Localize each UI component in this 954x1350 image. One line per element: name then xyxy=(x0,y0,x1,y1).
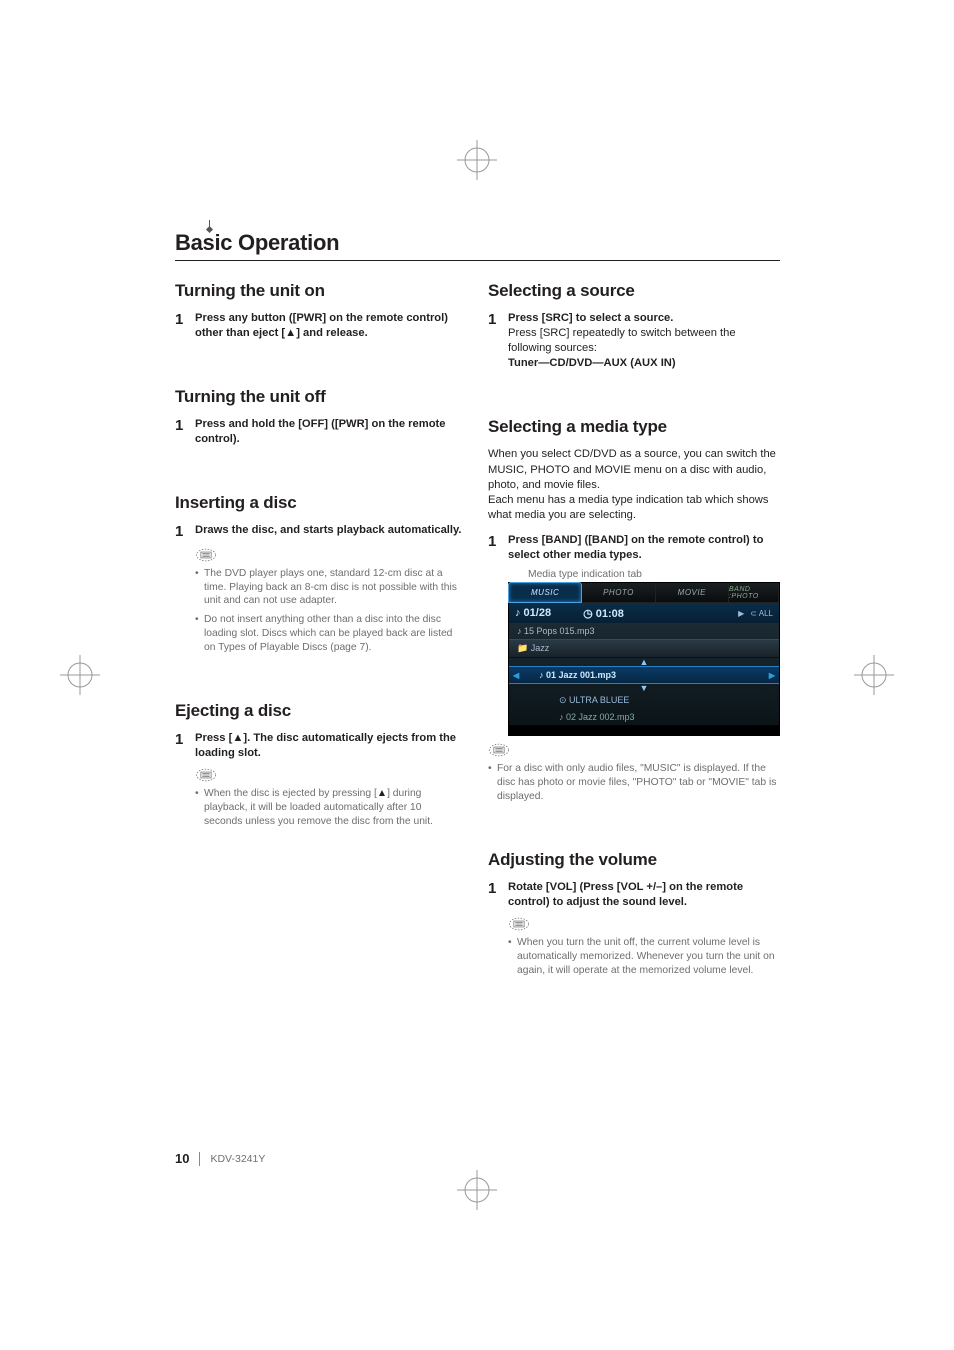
section-inserting-disc: Inserting a disc 1 Draws the disc, and s… xyxy=(175,493,462,655)
note-item: The DVD player plays one, standard 12-cm… xyxy=(195,567,462,609)
section-title: Turning the unit off xyxy=(175,387,462,407)
list-item-next: ♪ 02 Jazz 002.mp3 xyxy=(509,709,779,725)
note-item: When you turn the unit off, the current … xyxy=(508,936,780,978)
page-number: 10 xyxy=(175,1151,189,1166)
registration-mark-right xyxy=(854,655,894,695)
list-header: ♪ 15 Pops 015.mp3 xyxy=(509,623,779,639)
step-number: 1 xyxy=(175,311,187,341)
section-title: Adjusting the volume xyxy=(488,850,780,870)
elapsed-time: ◷ 01:08 xyxy=(583,607,624,620)
note-icon xyxy=(488,742,780,758)
step-number: 1 xyxy=(175,731,187,761)
note-item: When the disc is ejected by pressing [▲]… xyxy=(195,787,462,829)
screenshot-caption: Media type indication tab xyxy=(528,569,780,580)
scroll-down-icon: ▼ xyxy=(509,684,779,692)
tab-photo: PHOTO xyxy=(582,583,655,602)
media-screenshot: MUSIC PHOTO MOVIE BAND :PHOTO ♪ 01/28 ◷ … xyxy=(508,582,780,736)
step-text: Press and hold the [OFF] ([PWR] on the r… xyxy=(195,418,445,445)
model-label: KDV-3241Y xyxy=(210,1153,265,1165)
chapter-rule xyxy=(175,260,780,261)
step-text: Press [BAND] ([BAND] on the remote contr… xyxy=(508,534,763,561)
note-icon xyxy=(195,547,462,563)
note-item: For a disc with only audio files, "MUSIC… xyxy=(488,762,780,804)
section-title: Selecting a media type xyxy=(488,417,780,437)
registration-mark-top xyxy=(457,140,497,180)
section-adjusting-volume: Adjusting the volume 1 Rotate [VOL] (Pre… xyxy=(488,850,780,978)
pointer-line xyxy=(209,220,210,230)
chapter-title: Basic Operation xyxy=(175,230,780,256)
tab-music: MUSIC xyxy=(508,582,582,603)
section-ejecting-disc: Ejecting a disc 1 Press [▲]. The disc au… xyxy=(175,701,462,829)
list-folder: 📁 Jazz xyxy=(509,639,779,658)
section-title: Turning the unit on xyxy=(175,281,462,301)
note-item: Do not insert anything other than a disc… xyxy=(195,613,462,655)
step-text-plain: Press [SRC] repeatedly to switch between… xyxy=(508,326,780,356)
section-title: Ejecting a disc xyxy=(175,701,462,721)
footer-separator xyxy=(199,1152,200,1166)
eject-icon: ▲ xyxy=(285,327,296,339)
step-number: 1 xyxy=(175,417,187,447)
registration-mark-left xyxy=(60,655,100,695)
note-icon xyxy=(508,916,780,932)
section-intro: When you select CD/DVD as a source, you … xyxy=(488,447,780,523)
note-icon xyxy=(195,767,462,783)
list-album: ⊙ ULTRA BLUEE xyxy=(509,692,779,709)
repeat-mode: ⊂ ALL xyxy=(750,609,773,618)
section-title: Selecting a source xyxy=(488,281,780,301)
section-title: Inserting a disc xyxy=(175,493,462,513)
step-text: Press [▲]. The disc automatically ejects… xyxy=(195,732,456,759)
play-icon: ▶ xyxy=(738,609,744,618)
step-number: 1 xyxy=(488,311,500,371)
page-footer: 10 KDV-3241Y xyxy=(175,1151,265,1166)
registration-mark-bottom xyxy=(457,1170,497,1210)
step-number: 1 xyxy=(175,523,187,540)
section-selecting-source: Selecting a source 1 Press [SRC] to sele… xyxy=(488,281,780,371)
step-text: Rotate [VOL] (Press [VOL +/–] on the rem… xyxy=(508,881,743,908)
tab-band: BAND :PHOTO xyxy=(729,583,779,602)
eject-icon: ▲ xyxy=(377,788,387,799)
step-number: 1 xyxy=(488,880,500,910)
source-list: Tuner—CD/DVD—AUX (AUX IN) xyxy=(508,356,780,371)
section-turning-off: Turning the unit off 1 Press and hold th… xyxy=(175,387,462,447)
section-turning-on: Turning the unit on 1 Press any button (… xyxy=(175,281,462,341)
list-item-current: ♪ 01 Jazz 001.mp3 xyxy=(509,666,779,684)
tab-movie: MOVIE xyxy=(656,583,729,602)
step-text: Draws the disc, and starts playback auto… xyxy=(195,524,462,536)
step-number: 1 xyxy=(488,533,500,563)
eject-icon: ▲ xyxy=(232,732,243,744)
step-text: Press any button ([PWR] on the remote co… xyxy=(195,312,448,339)
track-position: ♪ 01/28 xyxy=(515,607,551,619)
section-selecting-media: Selecting a media type When you select C… xyxy=(488,417,780,803)
scroll-up-icon: ▲ xyxy=(509,658,779,666)
step-text-bold: Press [SRC] to select a source. xyxy=(508,311,780,326)
